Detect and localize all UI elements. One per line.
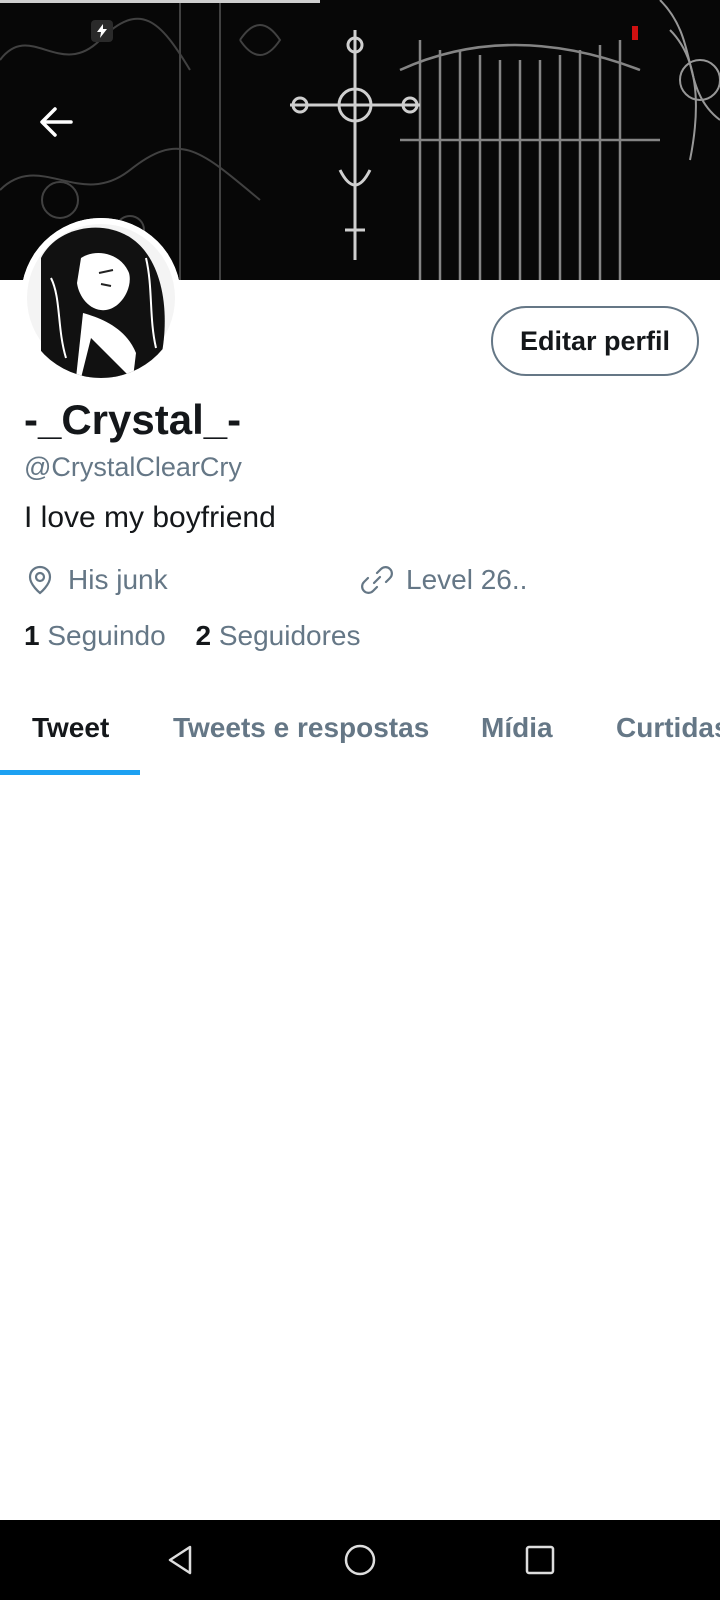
user-handle: @CrystalClearCry: [24, 452, 242, 482]
edit-profile-button[interactable]: Editar perfil: [491, 306, 699, 376]
location-text: His junk: [68, 564, 168, 595]
followers-count[interactable]: 2 Seguidores: [195, 620, 360, 652]
display-name: -_Crystal_-: [24, 396, 242, 443]
profile-link[interactable]: Level 26..: [360, 562, 527, 598]
nav-home-button[interactable]: [334, 1534, 386, 1586]
following-count[interactable]: 1 Seguindo: [24, 620, 166, 652]
nav-recents-button[interactable]: [514, 1534, 566, 1586]
link-icon: [361, 566, 393, 594]
location-pin-icon: [28, 565, 52, 595]
tab-tweets-and-replies[interactable]: Tweets e respostas: [173, 680, 429, 776]
profile-bio: I love my boyfriend: [24, 501, 276, 534]
followers-number: 2: [195, 620, 212, 651]
lightning-icon: [91, 20, 113, 42]
avatar[interactable]: [21, 218, 181, 378]
following-number: 1: [24, 620, 40, 651]
followers-label: Seguidores: [218, 620, 361, 651]
tab-likes[interactable]: Curtidas: [616, 680, 720, 776]
triangle-back-icon: [168, 1545, 192, 1575]
following-label: Seguindo: [47, 620, 166, 651]
system-navigation-bar: [0, 1520, 720, 1600]
link-text[interactable]: Level 26..: [406, 564, 527, 596]
circle-home-icon: [344, 1544, 376, 1576]
profile-screen: Editar perfil -_Crystal_- @CrystalClearC…: [0, 0, 720, 1600]
avatar-image: [21, 218, 181, 378]
profile-location: His junk: [24, 562, 168, 598]
follow-stats: 1 Seguindo 2 Seguidores: [24, 620, 383, 652]
arrow-left-icon: [40, 107, 73, 137]
tab-tweets[interactable]: Tweet: [32, 680, 109, 776]
tab-media[interactable]: Mídia: [481, 680, 553, 776]
square-recents-icon: [525, 1545, 555, 1575]
active-tab-indicator: [0, 770, 140, 775]
back-button[interactable]: [30, 96, 82, 148]
profile-tabs: Tweet Tweets e respostas Mídia Curtidas: [0, 680, 720, 776]
nav-back-button[interactable]: [154, 1534, 206, 1586]
